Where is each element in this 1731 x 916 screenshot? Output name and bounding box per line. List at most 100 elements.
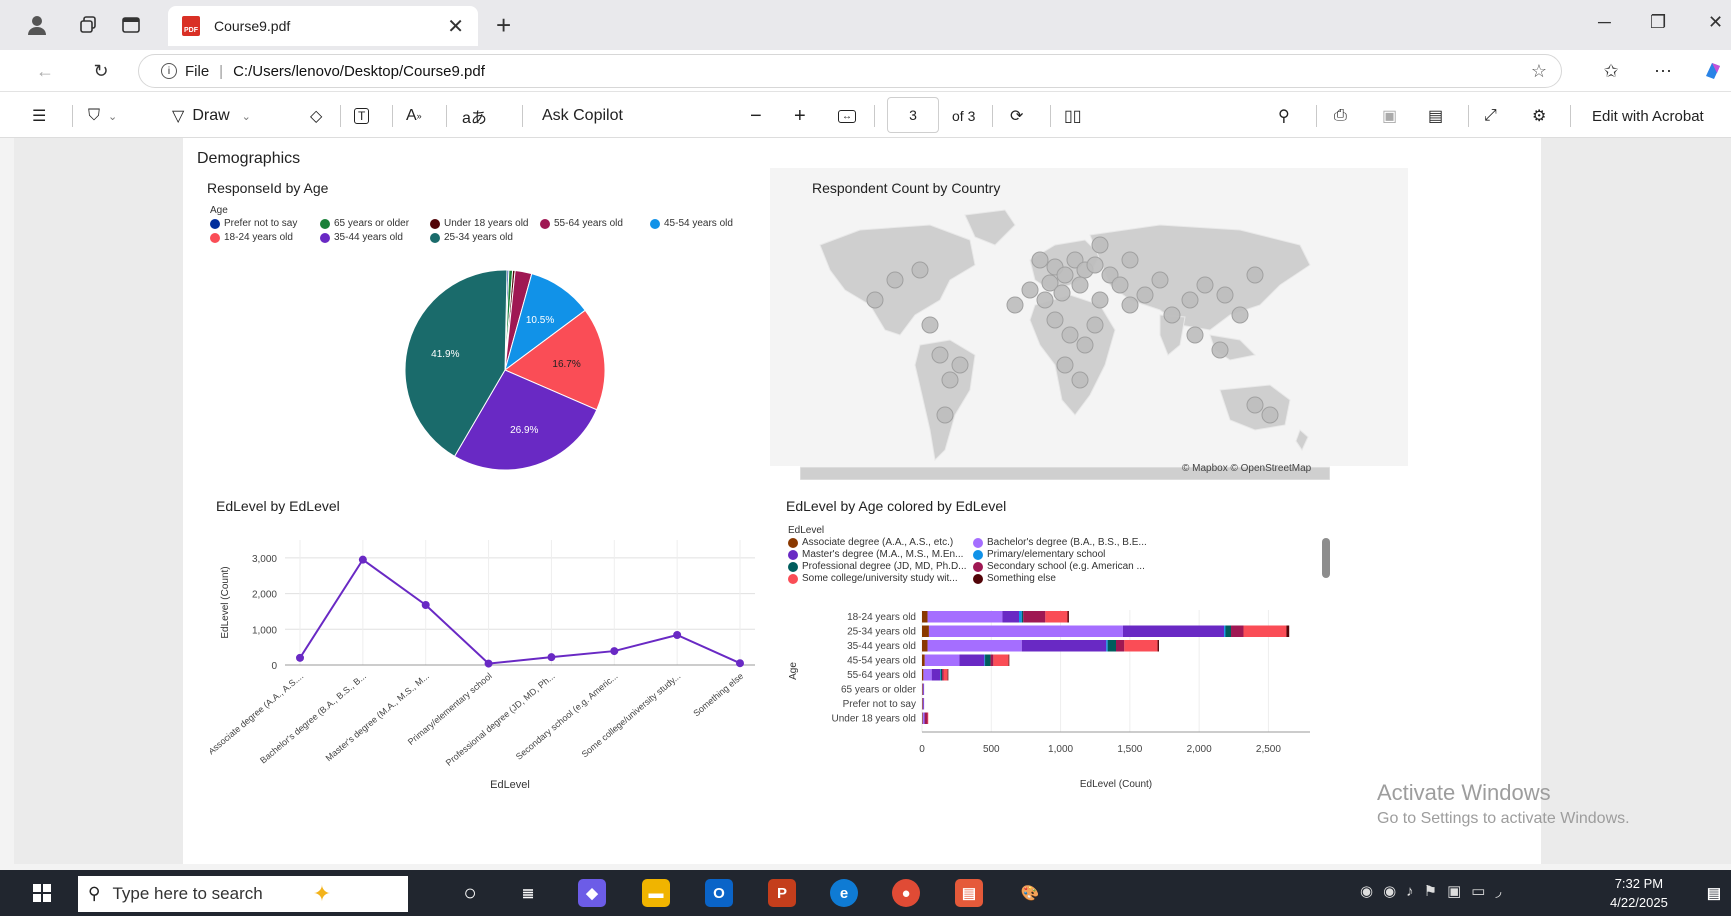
bar-segment[interactable] <box>922 654 925 667</box>
line-point[interactable] <box>736 659 744 668</box>
country-bubble[interactable] <box>1076 336 1094 354</box>
bar-segment[interactable] <box>922 611 928 623</box>
favorite-star-icon[interactable]: ☆ <box>1531 61 1547 82</box>
line-point[interactable] <box>421 601 430 609</box>
bar-segment[interactable] <box>1124 640 1158 652</box>
country-bubble[interactable] <box>1056 356 1074 374</box>
rotate-icon[interactable]: ⟳ <box>1010 104 1023 128</box>
bar-segment[interactable] <box>940 669 943 681</box>
country-bubble[interactable] <box>1046 311 1064 329</box>
copilot-app-icon[interactable]: ◆ <box>578 879 606 907</box>
fullscreen-icon[interactable]: ⤢ <box>1484 104 1497 128</box>
address-bar[interactable]: i File | C:/Users/lenovo/Desktop/Course9… <box>138 54 1562 88</box>
save-as-icon[interactable]: ▤ <box>1428 104 1443 128</box>
country-bubble[interactable] <box>1091 291 1109 309</box>
outlook-icon[interactable]: O <box>705 879 733 907</box>
workspaces-icon[interactable] <box>76 12 102 38</box>
bar-legend-item[interactable]: Something else <box>973 573 1056 584</box>
window-close-icon[interactable]: ✕ <box>1708 12 1723 33</box>
draw-button[interactable]: ▽ Draw ⌄ <box>172 104 251 128</box>
bar-segment[interactable] <box>922 712 925 725</box>
bar-segment[interactable] <box>1106 640 1108 652</box>
bar-segment[interactable] <box>922 625 929 638</box>
bar-segment[interactable] <box>1116 640 1125 652</box>
country-bubble[interactable] <box>1006 296 1024 314</box>
bar-segment[interactable] <box>1008 654 1010 667</box>
country-bubble[interactable] <box>1031 251 1049 269</box>
country-bubble[interactable] <box>1196 276 1214 294</box>
pie-legend-item[interactable]: 25-34 years old <box>430 232 513 243</box>
legend-scrollbar[interactable] <box>1322 538 1330 578</box>
bar-legend-item[interactable]: Bachelor's degree (B.A., B.S., B.E... <box>973 537 1147 548</box>
highlight-icon[interactable]: ⛉ ⌄ <box>88 104 117 128</box>
bar-segment[interactable] <box>922 698 924 710</box>
bar-segment[interactable] <box>927 640 1022 652</box>
search-icon[interactable]: ⚲ <box>1278 104 1290 128</box>
pie-legend-item[interactable]: Prefer not to say <box>210 218 297 229</box>
pie-legend-item[interactable]: 18-24 years old <box>210 232 293 243</box>
country-bubble[interactable] <box>1151 271 1169 289</box>
bar-segment[interactable] <box>922 640 928 652</box>
minimize-icon[interactable]: ─ <box>1598 12 1611 33</box>
country-bubble[interactable] <box>886 271 904 289</box>
save-icon[interactable]: ▣ <box>1382 104 1397 128</box>
close-tab-icon[interactable]: ✕ <box>447 14 464 39</box>
world-map[interactable] <box>800 205 1330 480</box>
country-bubble[interactable] <box>911 261 929 279</box>
bar-segment[interactable] <box>985 654 991 667</box>
page-number-input[interactable]: 3 <box>887 97 939 133</box>
eraser-icon[interactable]: ◇ <box>310 104 322 128</box>
bar-segment[interactable] <box>1002 611 1019 623</box>
taskbar-search[interactable]: ⚲ Type here to search ✦ <box>78 876 408 912</box>
country-bubble[interactable] <box>1246 266 1264 284</box>
country-bubble[interactable] <box>1036 291 1054 309</box>
country-bubble[interactable] <box>1186 326 1204 344</box>
bar-segment[interactable] <box>923 683 925 696</box>
country-bubble[interactable] <box>1231 306 1249 324</box>
country-bubble[interactable] <box>921 316 939 334</box>
fit-width-icon[interactable]: ↔ <box>838 104 856 128</box>
bar-segment[interactable] <box>940 669 941 681</box>
zoom-in-icon[interactable]: + <box>794 104 806 128</box>
bar-segment[interactable] <box>1045 611 1068 623</box>
system-tray-icons[interactable]: ◉◉♪⚑▣▭◞ <box>1360 882 1511 900</box>
bar-segment[interactable] <box>924 712 925 725</box>
edit-with-acrobat-button[interactable]: Edit with Acrobat <box>1592 104 1704 128</box>
country-bubble[interactable] <box>1071 276 1089 294</box>
text-box-icon[interactable]: T <box>354 104 370 128</box>
task-view-icon[interactable]: ○ <box>456 879 484 907</box>
bar-segment[interactable] <box>927 712 929 725</box>
copilot-icon[interactable] <box>1700 58 1726 84</box>
bar-segment[interactable] <box>922 712 923 725</box>
bar-segment[interactable] <box>993 654 1009 667</box>
bar-segment[interactable] <box>1067 611 1069 623</box>
pie-legend-item[interactable]: 55-64 years old <box>540 218 623 229</box>
chrome-icon[interactable]: ● <box>892 879 920 907</box>
restore-icon[interactable]: ❐ <box>1650 12 1666 33</box>
line-point[interactable] <box>610 647 619 656</box>
line-point[interactable] <box>296 653 304 662</box>
bar-segment[interactable] <box>1122 625 1225 638</box>
country-bubble[interactable] <box>1261 406 1279 424</box>
bar-legend-item[interactable]: Master's degree (M.A., M.S., M.En... <box>788 549 963 560</box>
bar-legend-item[interactable]: Associate degree (A.A., A.S., etc.) <box>788 537 953 548</box>
bar-legend-item[interactable]: Some college/university study wit... <box>788 573 958 584</box>
bar-segment[interactable] <box>943 669 948 681</box>
bar-segment[interactable] <box>922 683 923 696</box>
read-aloud-icon[interactable]: A» <box>406 104 422 128</box>
bar-legend-item[interactable]: Primary/elementary school <box>973 549 1105 560</box>
translate-icon[interactable]: aあ <box>462 104 487 128</box>
bar-segment[interactable] <box>1021 611 1024 623</box>
bar-segment[interactable] <box>922 698 923 710</box>
info-icon[interactable]: i <box>161 63 177 79</box>
favorites-icon[interactable]: ✩ <box>1598 58 1624 84</box>
ask-copilot-button[interactable]: Ask Copilot <box>542 104 623 128</box>
bar-segment[interactable] <box>959 654 985 667</box>
country-bubble[interactable] <box>1061 326 1079 344</box>
bar-segment[interactable] <box>923 669 932 681</box>
line-point[interactable] <box>484 659 493 668</box>
bar-segment[interactable] <box>984 654 986 667</box>
bar-segment[interactable] <box>990 654 994 667</box>
country-bubble[interactable] <box>1021 281 1039 299</box>
bar-segment[interactable] <box>947 669 949 681</box>
